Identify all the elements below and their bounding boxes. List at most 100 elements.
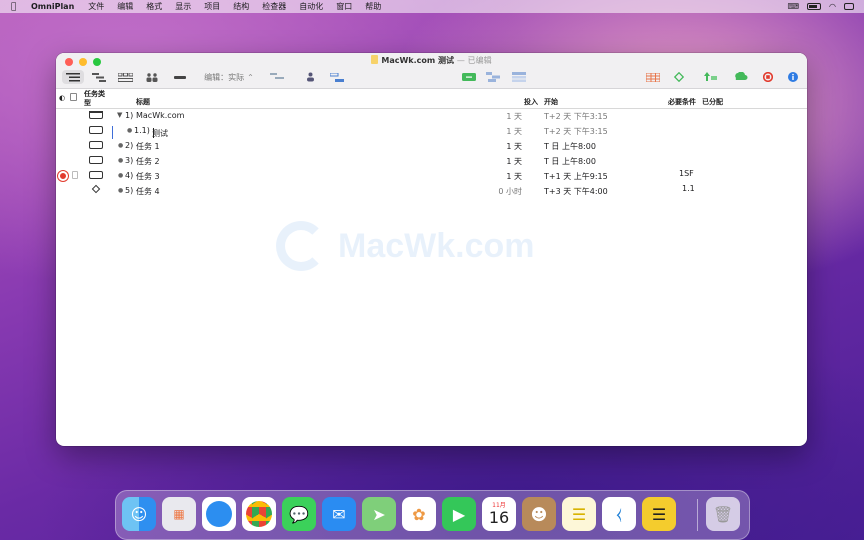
menu-project[interactable]: 项目 xyxy=(204,1,220,12)
task-effort[interactable]: 1 天 xyxy=(506,171,522,182)
person-icon xyxy=(306,72,314,82)
violations-button[interactable] xyxy=(760,70,776,84)
catch-up-button[interactable] xyxy=(701,70,721,84)
menu-inspectors[interactable]: 检查器 xyxy=(262,1,286,12)
apple-menu-icon[interactable]:  xyxy=(11,2,21,12)
chrome-icon[interactable] xyxy=(242,497,276,531)
watermark: MacWk.com xyxy=(276,221,535,271)
outline-view-button[interactable] xyxy=(62,70,84,84)
connect-tasks-button[interactable] xyxy=(328,70,346,84)
menu-help[interactable]: 帮助 xyxy=(365,1,381,12)
menu-app-name[interactable]: OmniPlan xyxy=(31,2,74,11)
note-icon[interactable] xyxy=(72,171,78,179)
add-task-button[interactable] xyxy=(460,70,478,84)
task-effort[interactable]: 1 天 xyxy=(506,141,522,152)
task-effort[interactable]: 0 小时 xyxy=(498,186,522,197)
separator-style-button[interactable] xyxy=(172,70,188,84)
header-prerequisites[interactable]: 必要条件 xyxy=(668,97,696,107)
title-bar: MacWk.com 测试 — 已编辑 编辑：实际 ⌃ xyxy=(56,53,807,89)
table-row[interactable]: ▼ 1) MacWk.com 1 天 T+2 天 下午3:15 xyxy=(56,109,807,124)
task-bar-icon xyxy=(89,141,103,149)
task-start[interactable]: T+2 天 下午3:15 xyxy=(544,126,608,137)
task-start[interactable]: T 日 上午8:00 xyxy=(544,141,596,152)
violations-column-icon[interactable]: ◐ xyxy=(59,94,65,102)
violation-warning-icon[interactable] xyxy=(58,171,68,181)
task-prerequisite[interactable]: 1SF xyxy=(679,169,694,178)
launchpad-icon[interactable]: ▦ xyxy=(162,497,196,531)
gantt-view-button[interactable] xyxy=(90,70,108,84)
task-effort[interactable]: 1 天 xyxy=(506,156,522,167)
header-effort[interactable]: 投入 xyxy=(524,97,538,107)
notes-column-icon[interactable] xyxy=(70,93,77,101)
add-milestone-button[interactable] xyxy=(484,70,502,84)
vscode-icon[interactable]: ⧼ xyxy=(602,497,636,531)
contacts-icon[interactable]: ☻ xyxy=(522,497,556,531)
trash-icon[interactable]: 🗑 xyxy=(706,497,740,531)
calendar-view-button[interactable] xyxy=(644,70,662,84)
table-row[interactable]: ● 1.1) 测试 1 天 T+2 天 下午3:15 xyxy=(56,124,807,139)
menu-status-area: ⌨ ◠ xyxy=(787,0,854,13)
resources-view-button[interactable] xyxy=(143,70,161,84)
header-start[interactable]: 开始 xyxy=(544,97,558,107)
calendar-icon[interactable]: 11月 16 xyxy=(482,497,516,531)
header-assigned[interactable]: 已分配 xyxy=(702,97,723,107)
add-group-button[interactable] xyxy=(510,70,528,84)
task-title[interactable]: 任务 2 xyxy=(136,156,160,167)
omniplan-icon[interactable]: ☰ xyxy=(642,497,676,531)
globe-icon[interactable]: ⌨ xyxy=(787,2,799,11)
menu-window[interactable]: 窗口 xyxy=(336,1,352,12)
task-effort[interactable]: 1 天 xyxy=(506,111,522,122)
task-start[interactable]: T+3 天 下午4:00 xyxy=(544,186,608,197)
text-cursor xyxy=(153,128,154,138)
table-row[interactable]: ● 5) 任务 4 0 小时 T+3 天 下午4:00 1.1 xyxy=(56,184,807,199)
line-icon xyxy=(174,75,186,79)
task-number: 4) xyxy=(125,171,134,180)
disclosure-triangle-icon[interactable]: ▼ xyxy=(117,111,122,119)
indent-button[interactable] xyxy=(268,70,286,84)
menu-file[interactable]: 文件 xyxy=(88,1,104,12)
header-title[interactable]: 标题 xyxy=(136,97,150,107)
menu-edit[interactable]: 编辑 xyxy=(117,1,133,12)
network-view-button[interactable] xyxy=(116,70,134,84)
window-title-text: MacWk.com 测试 xyxy=(381,56,455,65)
task-title[interactable]: 测试 xyxy=(152,128,168,139)
mail-icon[interactable]: ✉ xyxy=(322,497,356,531)
task-title[interactable]: MacWk.com xyxy=(136,111,184,120)
edit-mode-popup[interactable]: 编辑：实际 ⌃ xyxy=(198,70,260,84)
wifi-icon[interactable]: ◠ xyxy=(829,2,836,11)
table-row[interactable]: ● 3) 任务 2 1 天 T 日 上午8:00 xyxy=(56,154,807,169)
dock: ☺ ▦ 💬 ✉ ➤ ✿ ▶ 11月 16 ☻ ☰ ⧼ ☰ 🗑 xyxy=(115,490,750,540)
facetime-icon[interactable]: ▶ xyxy=(442,497,476,531)
inspector-button[interactable] xyxy=(785,70,801,84)
task-start[interactable]: T+2 天 下午3:15 xyxy=(544,111,608,122)
task-start[interactable]: T+1 天 上午9:15 xyxy=(544,171,608,182)
milestone-style-button[interactable] xyxy=(670,70,688,84)
level-resources-button[interactable] xyxy=(730,70,750,84)
control-center-icon[interactable] xyxy=(844,3,854,10)
finder-icon[interactable]: ☺ xyxy=(122,497,156,531)
up-arrow-icon xyxy=(704,72,717,81)
task-title[interactable]: 任务 4 xyxy=(136,186,160,197)
table-row[interactable]: ● 4) 任务 3 1 天 T+1 天 上午9:15 1SF xyxy=(56,169,807,184)
menu-view[interactable]: 显示 xyxy=(175,1,191,12)
task-title[interactable]: 任务 3 xyxy=(136,171,160,182)
menu-automation[interactable]: 自动化 xyxy=(299,1,323,12)
safari-icon[interactable] xyxy=(202,497,236,531)
task-prerequisite[interactable]: 1.1 xyxy=(682,184,695,193)
task-number: 2) xyxy=(125,141,134,150)
hierarchy-icon xyxy=(486,72,500,82)
table-row[interactable]: ● 2) 任务 1 1 天 T 日 上午8:00 xyxy=(56,139,807,154)
battery-icon[interactable] xyxy=(807,3,822,10)
maps-icon[interactable]: ➤ xyxy=(362,497,396,531)
menu-format[interactable]: 格式 xyxy=(146,1,162,12)
notes-icon[interactable]: ☰ xyxy=(562,497,596,531)
diamond-icon xyxy=(674,72,684,82)
task-title[interactable]: 任务 1 xyxy=(136,141,160,152)
assign-resource-button[interactable] xyxy=(302,70,318,84)
photos-icon[interactable]: ✿ xyxy=(402,497,436,531)
messages-icon[interactable]: 💬 xyxy=(282,497,316,531)
task-effort[interactable]: 1 天 xyxy=(506,126,522,137)
header-task-type[interactable]: 任务类型 xyxy=(84,90,108,108)
menu-structure[interactable]: 结构 xyxy=(233,1,249,12)
task-start[interactable]: T 日 上午8:00 xyxy=(544,156,596,167)
